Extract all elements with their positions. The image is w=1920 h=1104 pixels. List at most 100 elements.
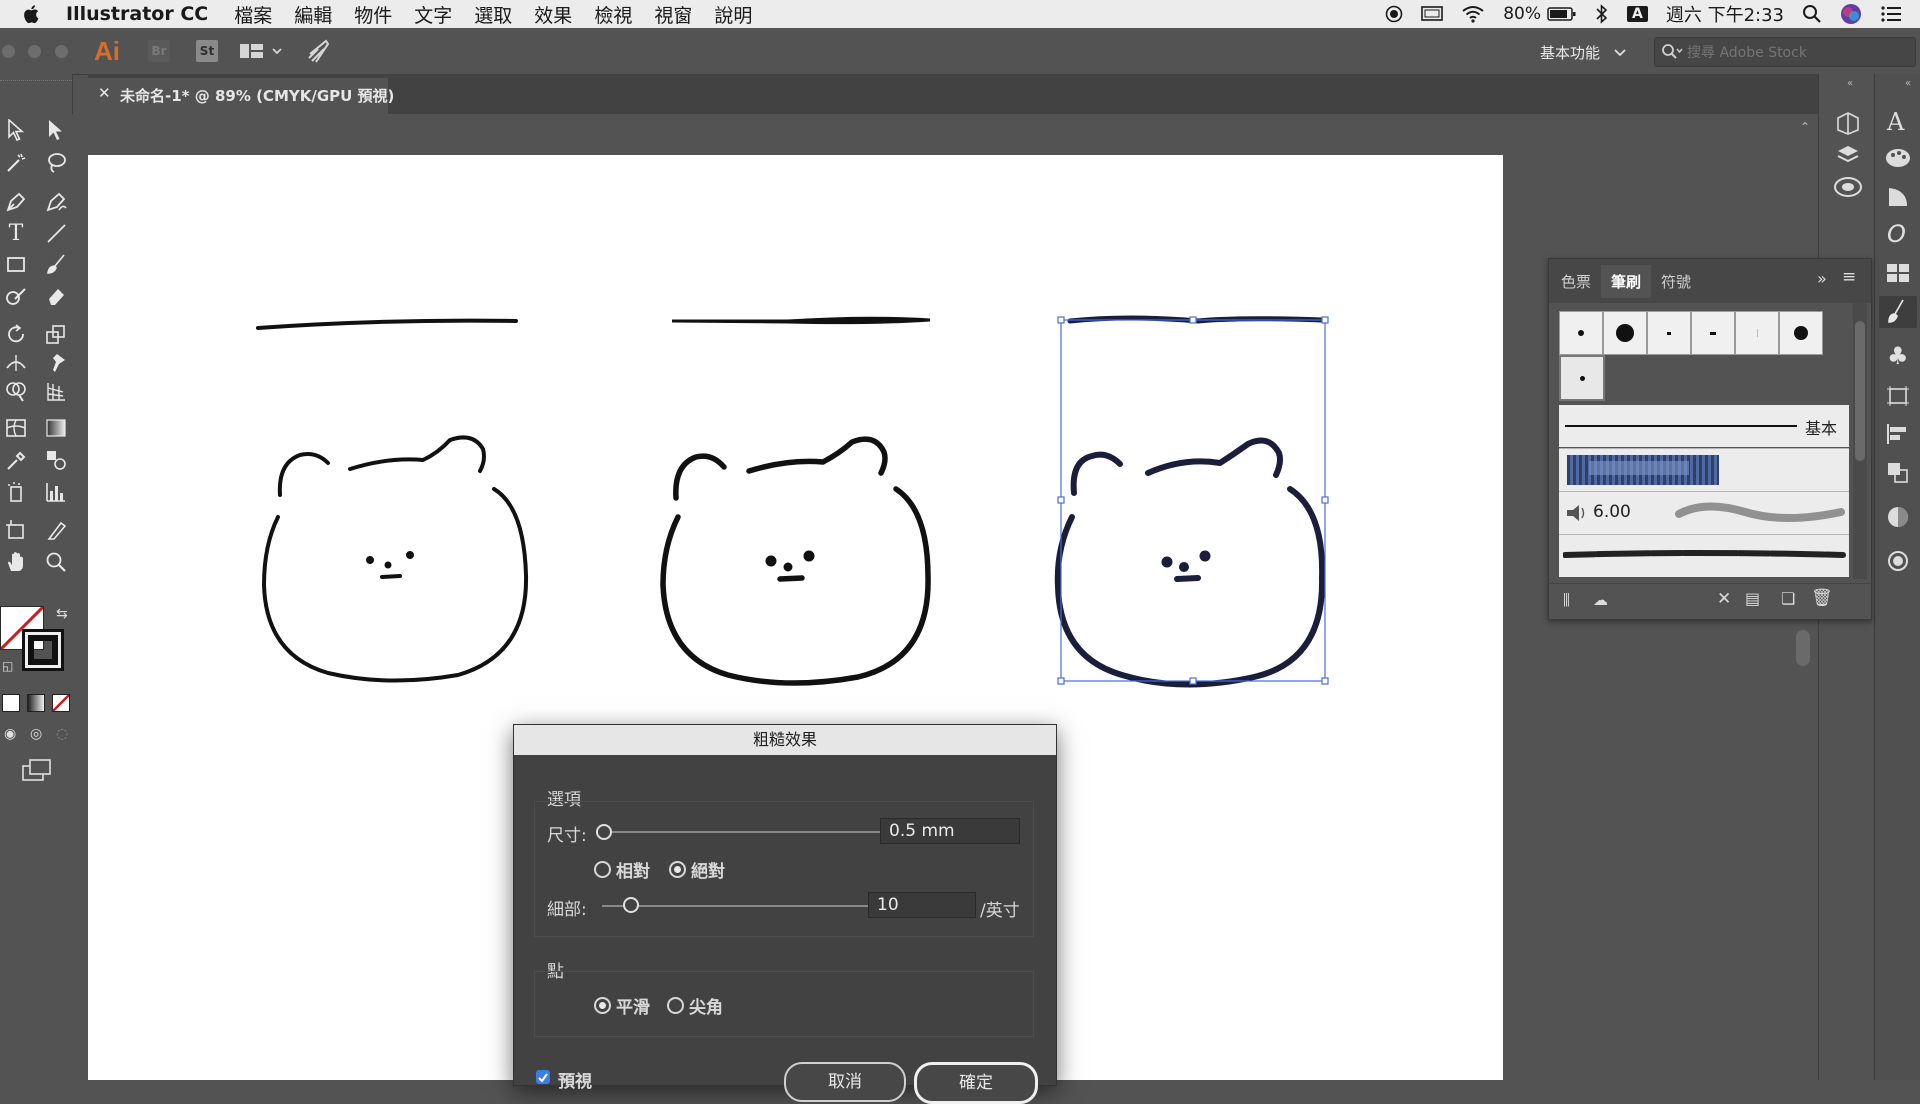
brush-dot-small[interactable]: [1559, 311, 1603, 355]
menu-effect[interactable]: 效果: [534, 1, 572, 28]
stroke-swatch[interactable]: [22, 629, 64, 671]
blend-tool-icon[interactable]: [42, 446, 70, 474]
document-tab[interactable]: ✕ 未命名-1* @ 89% (CMYK/GPU 預視): [88, 78, 394, 114]
eyedropper-tool-icon[interactable]: [2, 446, 30, 474]
puppet-warp-tool-icon[interactable]: [42, 349, 70, 377]
color-mode-button[interactable]: [2, 694, 20, 712]
menubar-clock[interactable]: 週六 下午2:33: [1666, 1, 1784, 27]
column-graph-tool-icon[interactable]: [42, 478, 70, 506]
arrange-documents-icon[interactable]: [240, 42, 286, 62]
draw-normal-icon[interactable]: ◉: [4, 726, 16, 742]
appearance-panel-icon[interactable]: [1885, 548, 1911, 574]
smooth-radio[interactable]: [594, 997, 611, 1014]
zoom-tool-icon[interactable]: [42, 548, 70, 576]
libraries-panel-icon[interactable]: [1835, 110, 1861, 136]
slice-tool-icon[interactable]: [42, 516, 70, 544]
color-panel-icon[interactable]: [1885, 146, 1911, 170]
spotlight-search-icon[interactable]: [1802, 4, 1822, 24]
menu-help[interactable]: 說明: [714, 1, 752, 28]
relative-label[interactable]: 相對: [616, 857, 650, 882]
stock-button[interactable]: St: [196, 40, 218, 62]
color-guide-icon[interactable]: [1887, 186, 1909, 208]
pathfinder-panel-icon[interactable]: [1885, 460, 1911, 484]
apple-icon[interactable]: [22, 3, 42, 25]
brush-libraries-menu-icon[interactable]: ⫼: [1563, 591, 1570, 609]
brush-calligraphic-1[interactable]: [1647, 311, 1691, 355]
type-tool-icon[interactable]: T: [2, 219, 30, 247]
none-mode-button[interactable]: [52, 694, 70, 712]
brush-row-pattern[interactable]: [1559, 448, 1849, 491]
remove-brush-stroke-icon[interactable]: ✕: [1717, 589, 1731, 609]
mesh-tool-icon[interactable]: [2, 414, 30, 442]
artboard-tool-icon[interactable]: [2, 516, 30, 544]
lasso-tool-icon[interactable]: [42, 149, 70, 177]
brush-calligraphic-2[interactable]: [1691, 311, 1735, 355]
gpu-performance-icon[interactable]: [306, 38, 332, 64]
panel-menu-icon[interactable]: ≡: [1842, 267, 1856, 287]
menu-view[interactable]: 檢視: [594, 1, 632, 28]
menu-object[interactable]: 物件: [354, 1, 392, 28]
draw-inside-icon[interactable]: ◌: [56, 726, 68, 742]
brush-options-icon[interactable]: ▤: [1745, 589, 1760, 608]
scale-tool-icon[interactable]: [42, 320, 70, 348]
close-tab-icon[interactable]: ✕: [98, 84, 111, 102]
eraser-tool-icon[interactable]: [42, 282, 70, 310]
brush-dot-selected[interactable]: [1559, 355, 1605, 401]
default-fill-stroke-icon[interactable]: ◱: [2, 659, 13, 673]
battery-icon[interactable]: [1547, 6, 1577, 22]
close-window-button[interactable]: [2, 45, 15, 58]
size-value-field[interactable]: [880, 818, 1020, 844]
layers-panel-icon[interactable]: [1835, 142, 1861, 168]
gradient-mode-button[interactable]: [27, 694, 45, 712]
notification-center-icon[interactable]: [1880, 5, 1902, 23]
gradient-tool-icon[interactable]: [42, 414, 70, 442]
vertical-scrollbar-thumb[interactable]: [1796, 630, 1810, 666]
app-name-menu[interactable]: Illustrator CC: [66, 3, 208, 25]
menu-window[interactable]: 視窗: [654, 1, 692, 28]
stock-search-box[interactable]: [1654, 37, 1916, 67]
symbols-panel-icon[interactable]: ♣: [1887, 342, 1909, 370]
size-slider-knob[interactable]: [596, 824, 612, 840]
expand-panel-icon[interactable]: »: [1817, 269, 1827, 288]
swap-fill-stroke-icon[interactable]: ⇆: [56, 606, 68, 622]
symbol-sprayer-tool-icon[interactable]: [2, 478, 30, 506]
brush-dot-medium[interactable]: [1779, 311, 1823, 355]
pen-tool-icon[interactable]: [2, 187, 30, 215]
align-panel-icon[interactable]: [1885, 422, 1911, 446]
rectangle-tool-icon[interactable]: [2, 250, 30, 278]
change-screen-mode-icon[interactable]: [22, 758, 52, 782]
preview-checkbox[interactable]: [536, 1070, 550, 1084]
swatches-panel-icon[interactable]: [1885, 262, 1911, 284]
absolute-radio[interactable]: [669, 861, 686, 878]
brushes-panel-icon-active[interactable]: [1879, 296, 1917, 328]
perspective-grid-tool-icon[interactable]: [42, 377, 70, 405]
hand-tool-icon[interactable]: [2, 548, 30, 576]
stock-search-input[interactable]: [1685, 42, 1909, 64]
rotate-tool-icon[interactable]: [2, 320, 30, 348]
detail-value-field[interactable]: [868, 892, 976, 918]
draw-behind-icon[interactable]: ◎: [30, 726, 42, 742]
tab-swatches[interactable]: 色票: [1561, 271, 1591, 292]
absolute-label[interactable]: 絕對: [691, 857, 725, 882]
line-segment-tool-icon[interactable]: [42, 219, 70, 247]
zoom-window-button[interactable]: [55, 45, 68, 58]
direct-selection-tool-icon[interactable]: [42, 116, 70, 144]
wifi-icon[interactable]: [1461, 5, 1485, 23]
tab-brushes[interactable]: 筆刷: [1601, 265, 1652, 298]
new-brush-icon[interactable]: ❏: [1781, 589, 1795, 608]
brush-dot-large[interactable]: [1603, 311, 1647, 355]
relative-radio[interactable]: [594, 861, 611, 878]
libraries-panel-button-icon[interactable]: ☁: [1593, 591, 1608, 609]
delete-brush-icon[interactable]: 🗑: [1811, 588, 1833, 608]
siri-icon[interactable]: [1840, 3, 1862, 25]
menu-type[interactable]: 文字: [414, 1, 452, 28]
size-slider-track[interactable]: [602, 831, 888, 833]
record-icon[interactable]: [1385, 5, 1403, 23]
cancel-button[interactable]: 取消: [784, 1062, 906, 1102]
width-tool-icon[interactable]: [2, 349, 30, 377]
menu-select[interactable]: 選取: [474, 1, 512, 28]
tab-symbols[interactable]: 符號: [1661, 271, 1691, 292]
brush-list-scroll-thumb[interactable]: [1855, 321, 1865, 461]
creative-cloud-libraries-icon[interactable]: [1833, 174, 1863, 200]
brush-row-basic[interactable]: 基本: [1559, 405, 1849, 447]
